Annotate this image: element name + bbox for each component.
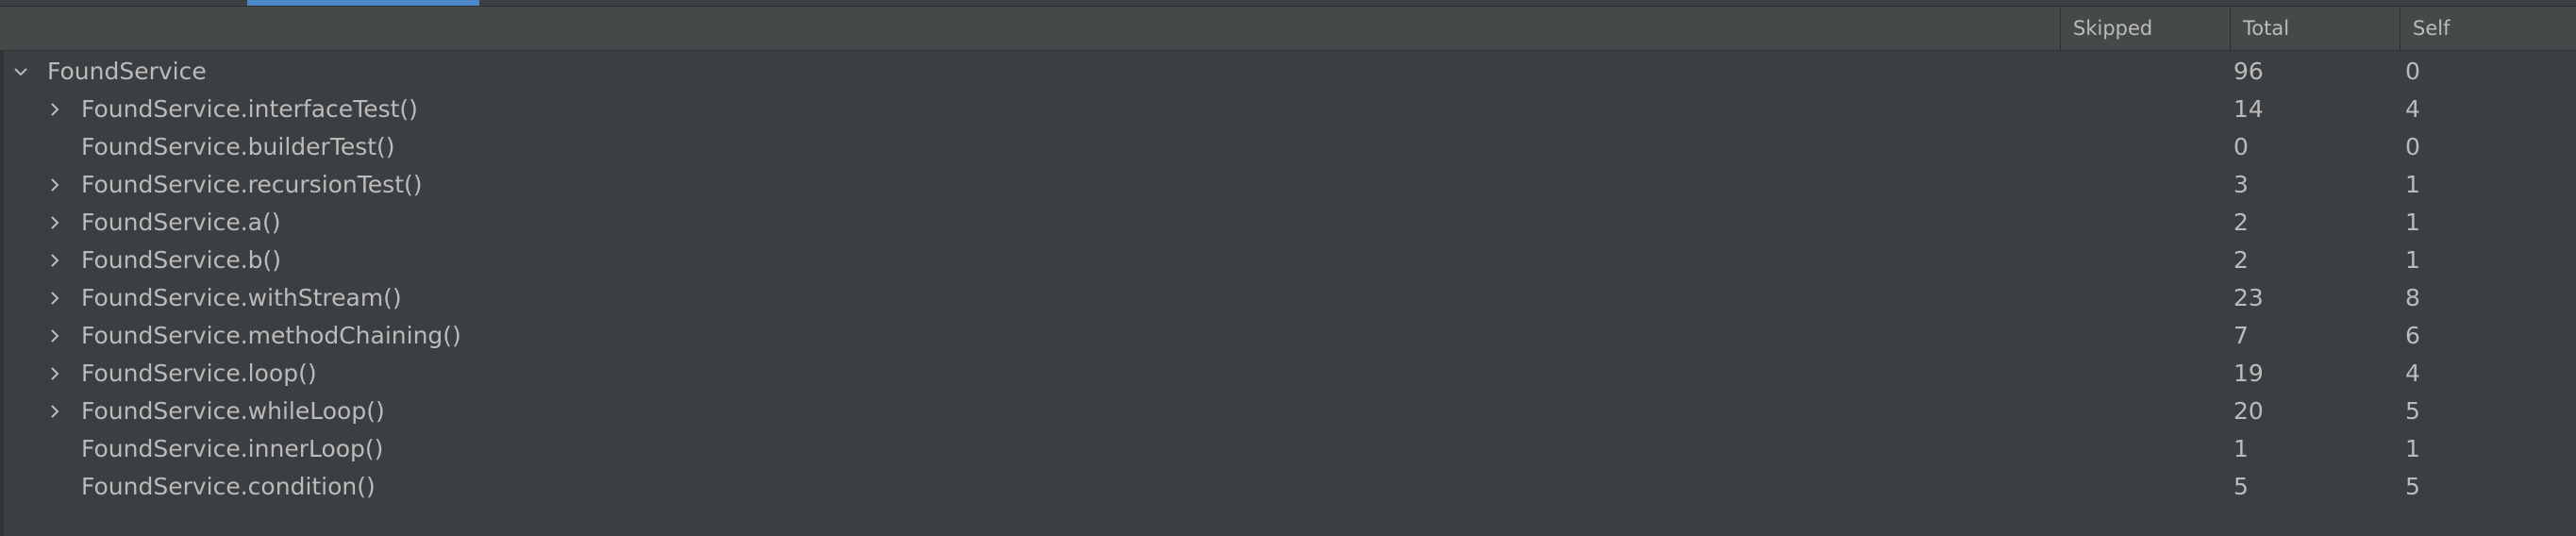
tree-row-self: 1 bbox=[2405, 246, 2420, 274]
tab-strip bbox=[0, 0, 2576, 7]
tree-row[interactable]: FoundService.condition() 5 5 bbox=[0, 468, 2576, 506]
tree-row-self: 1 bbox=[2405, 435, 2420, 462]
tree-row-total: 0 bbox=[2233, 133, 2249, 160]
column-header-self[interactable]: Self bbox=[2400, 7, 2576, 50]
chevron-down-icon[interactable] bbox=[11, 53, 30, 91]
tree-row-total: 19 bbox=[2233, 360, 2264, 387]
tree-row-total: 23 bbox=[2233, 284, 2264, 311]
tree-row[interactable]: FoundService.innerLoop() 1 1 bbox=[0, 430, 2576, 468]
chevron-right-icon[interactable] bbox=[45, 279, 64, 317]
tree-row-label: FoundService bbox=[47, 58, 207, 85]
tree-row-self: 1 bbox=[2405, 209, 2420, 236]
chevron-right-icon[interactable] bbox=[45, 355, 64, 393]
call-tree-panel: Skipped Total Self FoundService 96 0 Fou… bbox=[0, 0, 2576, 536]
tree-row-total: 2 bbox=[2233, 209, 2249, 236]
tree-row-label: FoundService.loop() bbox=[81, 360, 317, 387]
tree-row-root[interactable]: FoundService 96 0 bbox=[0, 53, 2576, 91]
tree-row-total: 5 bbox=[2233, 473, 2249, 500]
tree-row[interactable]: FoundService.b() 2 1 bbox=[0, 242, 2576, 279]
tree-row[interactable]: FoundService.interfaceTest() 14 4 bbox=[0, 91, 2576, 128]
tree-row-label: FoundService.b() bbox=[81, 246, 282, 274]
chevron-right-icon[interactable] bbox=[45, 393, 64, 430]
tree-row-label: FoundService.condition() bbox=[81, 473, 376, 500]
tree-row[interactable]: FoundService.whileLoop() 20 5 bbox=[0, 393, 2576, 430]
column-header-total[interactable]: Total bbox=[2230, 7, 2400, 50]
chevron-right-icon[interactable] bbox=[45, 317, 64, 355]
active-tab-indicator[interactable] bbox=[247, 0, 479, 6]
tree-row[interactable]: FoundService.recursionTest() 3 1 bbox=[0, 166, 2576, 204]
tree-row[interactable]: FoundService.a() 2 1 bbox=[0, 204, 2576, 242]
call-tree: FoundService 96 0 FoundService.interface… bbox=[0, 53, 2576, 506]
tree-row[interactable]: FoundService.builderTest() 0 0 bbox=[0, 128, 2576, 166]
tree-row[interactable]: FoundService.withStream() 23 8 bbox=[0, 279, 2576, 317]
tree-row-self: 0 bbox=[2405, 133, 2420, 160]
tree-row-total: 20 bbox=[2233, 397, 2264, 425]
tree-row-label: FoundService.methodChaining() bbox=[81, 322, 461, 349]
tree-row-label: FoundService.whileLoop() bbox=[81, 397, 385, 425]
table-header: Skipped Total Self bbox=[0, 7, 2576, 51]
chevron-right-icon[interactable] bbox=[45, 204, 64, 242]
tree-row[interactable]: FoundService.loop() 19 4 bbox=[0, 355, 2576, 393]
tree-row-self: 8 bbox=[2405, 284, 2420, 311]
tree-row-label: FoundService.interfaceTest() bbox=[81, 95, 418, 123]
tree-row-total: 3 bbox=[2233, 171, 2249, 198]
tree-row-total: 96 bbox=[2233, 58, 2264, 85]
tree-row[interactable]: FoundService.methodChaining() 7 6 bbox=[0, 317, 2576, 355]
tree-row-self: 5 bbox=[2405, 397, 2420, 425]
tree-row-total: 14 bbox=[2233, 95, 2264, 123]
tree-row-self: 0 bbox=[2405, 58, 2420, 85]
tree-row-total: 7 bbox=[2233, 322, 2249, 349]
chevron-right-icon[interactable] bbox=[45, 166, 64, 204]
chevron-right-icon[interactable] bbox=[45, 242, 64, 279]
tree-row-self: 4 bbox=[2405, 95, 2420, 123]
tree-row-self: 5 bbox=[2405, 473, 2420, 500]
tree-row-label: FoundService.builderTest() bbox=[81, 133, 395, 160]
tree-row-label: FoundService.withStream() bbox=[81, 284, 402, 311]
tree-row-self: 4 bbox=[2405, 360, 2420, 387]
tree-row-total: 1 bbox=[2233, 435, 2249, 462]
tree-row-label: FoundService.recursionTest() bbox=[81, 171, 423, 198]
chevron-right-icon[interactable] bbox=[45, 91, 64, 128]
tree-row-self: 6 bbox=[2405, 322, 2420, 349]
tree-row-label: FoundService.a() bbox=[81, 209, 281, 236]
tree-row-self: 1 bbox=[2405, 171, 2420, 198]
tree-row-label: FoundService.innerLoop() bbox=[81, 435, 384, 462]
column-header-skipped[interactable]: Skipped bbox=[2060, 7, 2230, 50]
tree-row-total: 2 bbox=[2233, 246, 2249, 274]
